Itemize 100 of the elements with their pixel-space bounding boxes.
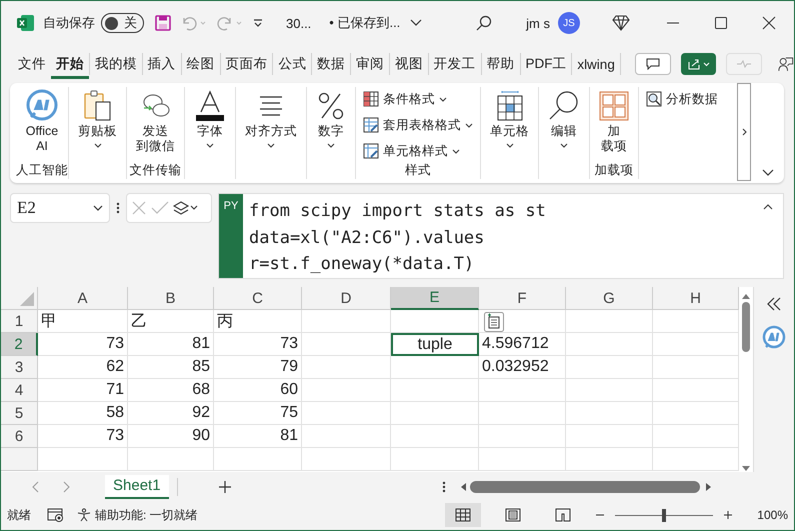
checkmark-icon[interactable]	[151, 200, 169, 216]
table-cell[interactable]: 90	[128, 425, 214, 448]
next-sheet-icon[interactable]	[63, 481, 71, 493]
name-box[interactable]: E2	[10, 193, 110, 223]
empty-cell[interactable]	[479, 448, 566, 471]
ribbon-tab[interactable]: xlwing	[572, 49, 620, 79]
table-cell[interactable]: 丙	[214, 310, 302, 333]
table-cell[interactable]: 79	[214, 356, 302, 379]
scroll-down-icon[interactable]	[742, 466, 750, 472]
vertical-scrollbar-thumb[interactable]	[742, 302, 750, 352]
empty-cell[interactable]	[566, 310, 653, 333]
horizontal-scrollbar-thumb[interactable]	[470, 481, 700, 493]
column-header[interactable]: G	[566, 287, 653, 310]
empty-cell[interactable]	[479, 379, 566, 402]
empty-cell[interactable]	[391, 425, 479, 448]
ai-icon[interactable]	[761, 325, 787, 351]
ribbon-tab[interactable]: 帮助	[482, 49, 520, 79]
ribbon-button[interactable]: 单元格	[484, 87, 535, 179]
empty-cell[interactable]	[566, 379, 653, 402]
empty-cell[interactable]	[653, 310, 739, 333]
table-cell[interactable]: 92	[128, 402, 214, 425]
column-header[interactable]: C	[214, 287, 302, 310]
table-cell[interactable]: 81	[214, 425, 302, 448]
table-cell[interactable]: 甲	[38, 310, 128, 333]
share-button[interactable]	[681, 53, 716, 75]
save-status[interactable]: • 已保存到...	[329, 14, 400, 32]
table-cell[interactable]: 0.032952	[479, 356, 566, 379]
user-name[interactable]: jm s	[526, 16, 550, 30]
empty-cell[interactable]	[653, 402, 739, 425]
empty-cell[interactable]	[302, 402, 391, 425]
empty-cell[interactable]	[214, 448, 302, 471]
search-icon[interactable]	[476, 15, 492, 31]
table-cell[interactable]: 乙	[128, 310, 214, 333]
row-header[interactable]: 3	[1, 356, 38, 379]
row-header[interactable]	[1, 448, 38, 471]
ribbon-tab[interactable]: 数据	[312, 49, 350, 79]
empty-cell[interactable]	[653, 425, 739, 448]
empty-cell[interactable]	[479, 402, 566, 425]
ribbon-tab[interactable]: 页面布	[220, 49, 272, 79]
chevron-down-icon[interactable]	[410, 19, 422, 27]
empty-cell[interactable]	[653, 379, 739, 402]
empty-cell[interactable]	[391, 310, 479, 333]
scroll-left-icon[interactable]	[460, 483, 466, 491]
save-icon[interactable]	[154, 14, 172, 32]
table-cell[interactable]: 62	[38, 356, 128, 379]
ribbon-tab[interactable]: 视图	[390, 49, 428, 79]
ribbon-button[interactable]: 分析数据	[642, 87, 722, 111]
presenter-icon[interactable]	[778, 55, 794, 73]
column-header[interactable]: F	[479, 287, 566, 310]
more-options-icon[interactable]	[442, 481, 446, 493]
autosave-toggle[interactable]: 关	[101, 13, 144, 33]
macro-recording-icon[interactable]	[47, 508, 65, 522]
table-cell[interactable]: 75	[214, 402, 302, 425]
formula-input[interactable]: PY from scipy import stats as st data=xl("A2:C6").values r=st.f_oneway(*data.T)	[218, 193, 784, 279]
select-all-corner[interactable]	[1, 287, 38, 310]
empty-cell[interactable]	[302, 379, 391, 402]
ribbon-tab[interactable]: 插入	[142, 49, 181, 79]
table-cell[interactable]: 58	[38, 402, 128, 425]
customize-toolbar-icon[interactable]	[252, 18, 264, 28]
ribbon-button[interactable]: 剪贴板	[72, 87, 123, 179]
empty-cell[interactable]	[302, 448, 391, 471]
column-header[interactable]: D	[302, 287, 391, 310]
collapse-formula-icon[interactable]	[763, 204, 773, 210]
empty-cell[interactable]	[566, 402, 653, 425]
user-avatar[interactable]: JS	[558, 12, 580, 34]
more-options-icon[interactable]	[116, 202, 120, 214]
column-header[interactable]: A	[38, 287, 128, 310]
zoom-in-icon[interactable]	[723, 510, 734, 520]
ribbon-scroll-button[interactable]	[737, 83, 751, 181]
ribbon-tab[interactable]: 开发工	[428, 49, 481, 79]
scroll-up-icon[interactable]	[742, 293, 750, 299]
previous-sheet-icon[interactable]	[31, 481, 39, 493]
empty-cell[interactable]	[128, 448, 214, 471]
ribbon-tab[interactable]: 文件	[13, 49, 51, 79]
double-chevron-left-icon[interactable]	[766, 297, 782, 311]
empty-cell[interactable]	[302, 425, 391, 448]
comments-button[interactable]	[634, 53, 672, 75]
table-cell[interactable]: 60	[214, 379, 302, 402]
table-cell[interactable]: 4.596712	[479, 333, 566, 356]
ribbon-button[interactable]: 数字	[310, 87, 352, 179]
column-header[interactable]: B	[128, 287, 214, 310]
file-name[interactable]: 30...	[286, 16, 312, 30]
ribbon-tab[interactable]: 我的模	[90, 49, 142, 79]
empty-cell[interactable]	[302, 356, 391, 379]
diamond-icon[interactable]	[612, 15, 630, 31]
empty-cell[interactable]	[566, 356, 653, 379]
empty-cell[interactable]	[566, 425, 653, 448]
row-header[interactable]: 4	[1, 379, 38, 402]
column-header[interactable]: H	[653, 287, 739, 310]
ribbon-tab[interactable]: 绘图	[182, 49, 220, 79]
empty-cell[interactable]	[302, 310, 391, 333]
ribbon-button[interactable]: 条件格式	[359, 87, 477, 111]
activity-button[interactable]	[726, 53, 762, 75]
ribbon-tab[interactable]: PDF工	[520, 49, 572, 79]
ribbon-button[interactable]: 套用表格格式	[359, 113, 477, 137]
table-cell[interactable]: 71	[38, 379, 128, 402]
empty-cell[interactable]	[391, 448, 479, 471]
zoom-slider-thumb[interactable]	[662, 508, 666, 522]
ribbon-tab[interactable]: 公式	[273, 49, 312, 79]
collapse-ribbon-icon[interactable]	[762, 169, 774, 177]
